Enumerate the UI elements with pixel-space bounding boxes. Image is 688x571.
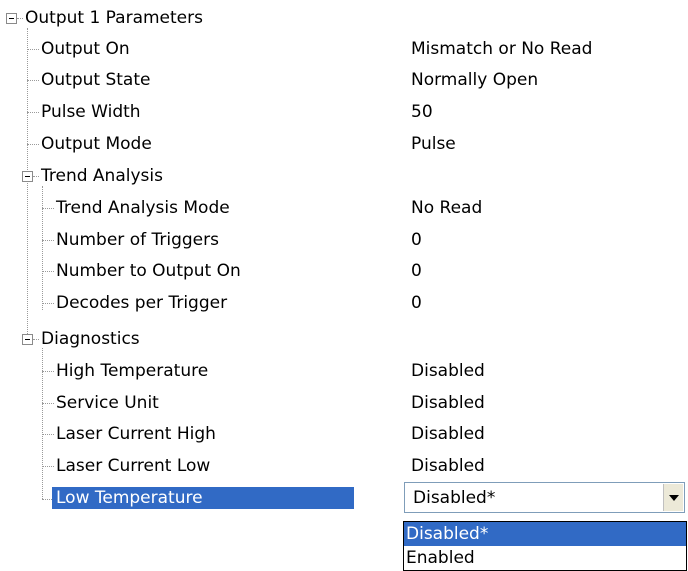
tree-item-label: Pulse Width: [41, 102, 141, 122]
dropdown-list: Disabled* Enabled: [403, 521, 687, 571]
tree-item-label: Trend Analysis Mode: [56, 198, 230, 218]
tree-item-label: Output Mode: [41, 134, 152, 154]
tree-connector: [42, 403, 54, 404]
tree-connector: [17, 18, 23, 19]
tree-item-value: 50: [411, 102, 433, 122]
tree-item-label: High Temperature: [56, 361, 209, 381]
tree-node-label: Diagnostics: [41, 329, 140, 349]
chevron-down-icon[interactable]: [663, 484, 683, 511]
tree-connector: [42, 371, 54, 372]
tree-connector: [42, 434, 54, 435]
tree-connector: [33, 176, 39, 177]
tree-connector: [42, 208, 54, 209]
tree-connector: [27, 49, 39, 50]
dropdown-option-disabled[interactable]: Disabled*: [404, 522, 686, 546]
collapse-minus-icon[interactable]: [22, 171, 33, 182]
tree-item-value: No Read: [411, 198, 483, 218]
tree-item-label: Laser Current High: [56, 424, 216, 444]
tree-item-label: Decodes per Trigger: [56, 293, 228, 313]
tree-line-level1: [27, 28, 28, 342]
tree-connector: [27, 112, 39, 113]
tree-connector: [27, 144, 39, 145]
tree-item-value: Mismatch or No Read: [411, 39, 593, 59]
tree-connector: [42, 466, 54, 467]
tree-connector: [33, 339, 39, 340]
tree-connector: [42, 303, 54, 304]
collapse-minus-icon[interactable]: [22, 334, 33, 345]
tree-item-value: Disabled: [411, 424, 485, 444]
tree-item-label: Output State: [41, 70, 151, 90]
tree-item-label: Service Unit: [56, 393, 159, 413]
tree-item-value: 0: [411, 230, 422, 250]
tree-item-label: Low Temperature: [52, 487, 354, 509]
dropdown-option-enabled[interactable]: Enabled: [404, 546, 686, 570]
tree-item-value: 0: [411, 293, 422, 313]
tree-node-label: Trend Analysis: [41, 166, 163, 186]
tree-item-value: Disabled: [411, 393, 485, 413]
tree-item-value: Pulse: [411, 134, 456, 154]
tree-item-value: Normally Open: [411, 70, 539, 90]
collapse-minus-icon[interactable]: [6, 13, 17, 24]
tree-connector: [27, 80, 39, 81]
tree-item-label: Laser Current Low: [56, 456, 211, 476]
tree-connector: [42, 240, 54, 241]
tree-item-value: 0: [411, 261, 422, 281]
tree-connector: [42, 271, 54, 272]
tree-item-value: Disabled: [411, 456, 485, 476]
select-current-value: Disabled*: [413, 488, 496, 508]
low-temperature-select[interactable]: Disabled*: [404, 482, 685, 513]
tree-item-label: Output On: [41, 39, 130, 59]
tree-item-label: Number to Output On: [56, 261, 241, 281]
tree-line-trend: [42, 186, 43, 310]
tree-item-value: Disabled: [411, 361, 485, 381]
tree-node-label: Output 1 Parameters: [25, 8, 203, 28]
tree-item-label: Number of Triggers: [56, 230, 219, 250]
